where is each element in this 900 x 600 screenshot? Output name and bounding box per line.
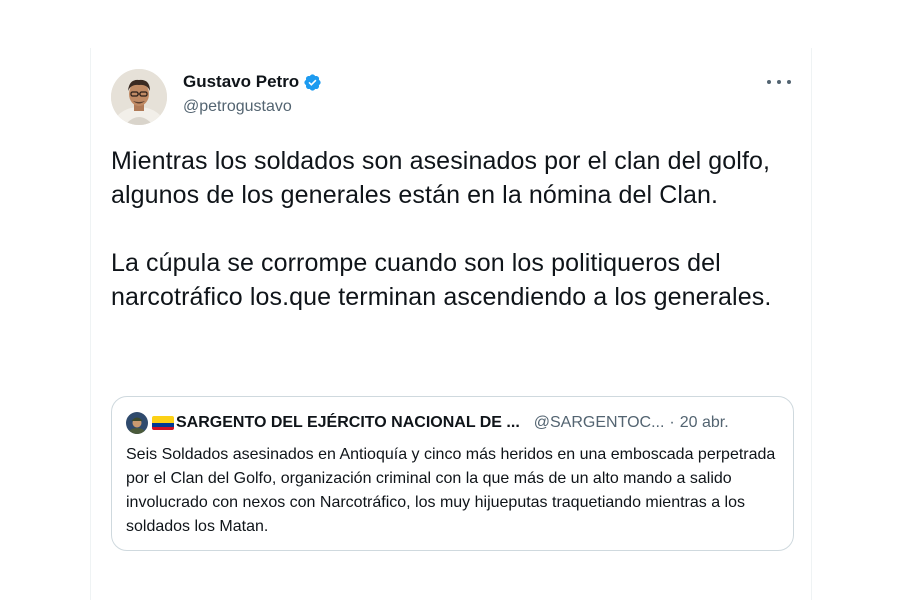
quoted-author-name: SARGENTO DEL EJÉRCITO NACIONAL DE ... <box>176 414 520 431</box>
quoted-tweet-text: Seis Soldados asesinados en Antioquía y … <box>126 446 776 535</box>
tweet-card: Gustavo Petro @petrogustavo Mientras los… <box>90 48 812 600</box>
author-name[interactable]: Gustavo Petro <box>183 72 299 92</box>
author-handle[interactable]: @petrogustavo <box>183 98 322 116</box>
quoted-date: 20 abr. <box>679 414 729 431</box>
more-dot <box>777 80 781 84</box>
quoted-author-avatar[interactable] <box>126 412 148 434</box>
more-dot <box>767 80 771 84</box>
tweet-text: Mientras los soldados son asesinados por… <box>111 147 772 311</box>
verified-badge-icon <box>304 73 321 91</box>
more-options-icon[interactable] <box>767 72 791 92</box>
quoted-separator: · <box>669 414 675 431</box>
avatar-portrait <box>111 69 167 125</box>
soldier-avatar-icon <box>126 412 148 434</box>
quoted-tweet[interactable]: SARGENTO DEL EJÉRCITO NACIONAL DE ... @S… <box>111 396 794 551</box>
quoted-tweet-header: SARGENTO DEL EJÉRCITO NACIONAL DE ... @S… <box>126 411 729 435</box>
author-block: Gustavo Petro @petrogustavo <box>183 70 322 116</box>
author-name-row: Gustavo Petro <box>183 70 322 94</box>
quoted-author-handle: @SARGENTOC... <box>533 414 665 431</box>
author-avatar[interactable] <box>111 69 167 125</box>
more-dot <box>787 80 791 84</box>
colombia-flag-icon <box>152 416 174 430</box>
